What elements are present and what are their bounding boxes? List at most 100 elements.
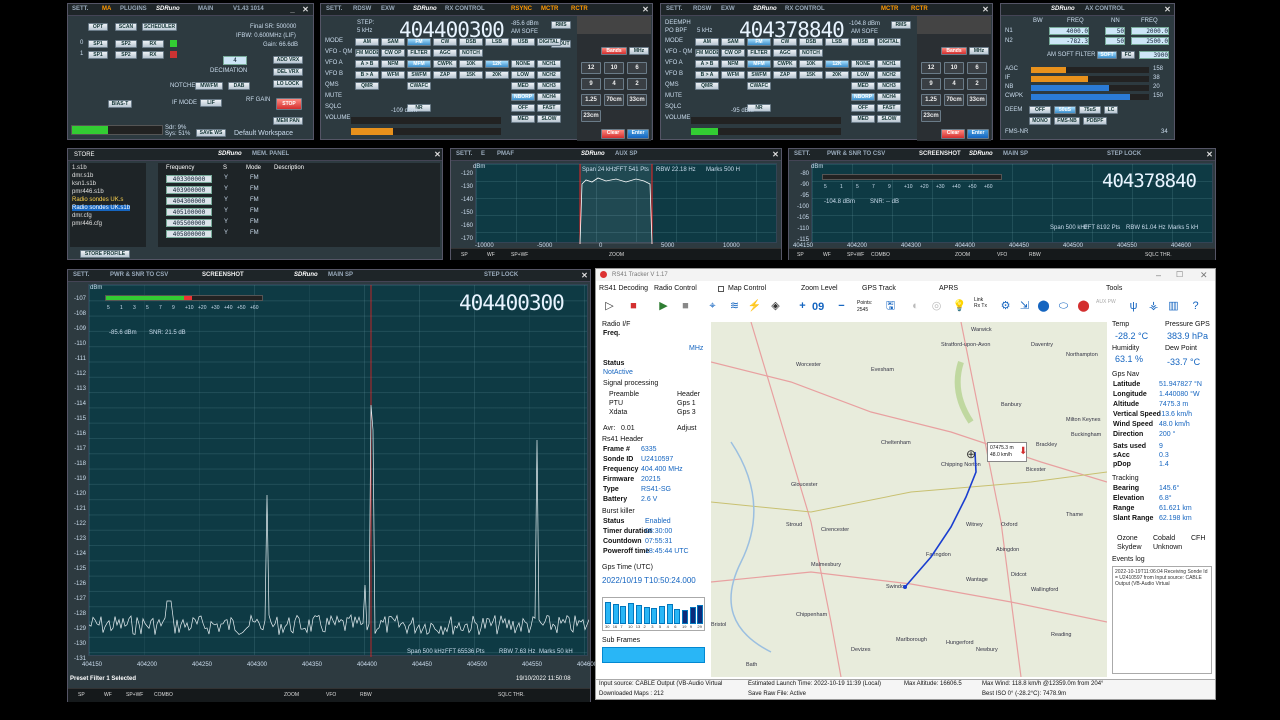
mem-store[interactable]: STORE [74,152,95,158]
layers-icon[interactable]: ◈ [768,299,783,314]
mem-row-frequency[interactable]: 405100000 [166,208,212,216]
key-4[interactable]: 4 [944,78,964,90]
rx2-btn-lsb[interactable]: LSB [825,38,849,46]
rx1-rdsw[interactable]: RDSW [353,6,371,12]
save-icon[interactable]: 🖫 [883,299,898,314]
run-icon[interactable]: ▶ [656,299,671,314]
plugins-button[interactable]: PLUGINS [120,6,147,12]
rx1-sqlc-slider[interactable] [351,117,501,124]
opt-button[interactable]: OPT [88,23,108,31]
key-23cm[interactable]: 23cm [581,110,601,122]
rx2-btn-notch[interactable]: NOTCH [799,49,823,57]
bigsp-rbw-btn[interactable]: RBW [360,692,372,698]
ax-v3[interactable]: 50 [1105,27,1125,35]
gps-off-icon[interactable]: ◐ [908,299,923,314]
ax-fc-button[interactable]: FC [1121,51,1135,59]
add-vrx-button[interactable]: ADD VRX [273,56,303,64]
menu-aprs[interactable]: APRS [939,285,958,292]
mainsp-step-lock[interactable]: STEP LOCK [1107,151,1141,157]
rx1-btn-20k[interactable]: 20K [485,71,509,79]
ax-soft-button[interactable]: SOFT [1097,51,1117,59]
rs41-close-icon[interactable]: ✕ [1200,270,1208,281]
key-1.25[interactable]: 1.25 [921,94,941,106]
rx2-btn-cw[interactable]: CW [773,38,797,46]
chart-icon[interactable]: ▥ [1166,299,1181,314]
mem-row-frequency[interactable]: 403300000 [166,175,212,183]
rx2-rctr-button[interactable]: RCTR [911,6,928,12]
key-6[interactable]: 6 [627,62,647,74]
rx1-btn-mfm[interactable]: MFM [407,60,431,68]
scan-button[interactable]: SCAN [115,23,137,31]
ax-slider[interactable] [1031,94,1149,100]
rx1-btn-med[interactable]: MED [511,82,535,90]
rx2-btn-slow[interactable]: SLOW [877,115,901,123]
ax-off-button[interactable]: OFF [1029,106,1051,114]
file-item[interactable]: ksn1.s1b [72,181,96,187]
rx1-btn-fm[interactable]: FM [407,38,431,46]
aux-spectrum[interactable]: Span 24 kHz FFT 541 Pts RBW 22.18 Hz Mar… [475,163,777,244]
rx2-btn-fmmode[interactable]: FM MODE [695,49,719,57]
ax-v6[interactable]: 2500.0 [1131,37,1169,45]
rx2-btn-cwafc[interactable]: CWAFC [747,82,771,90]
rx1-btn-usb[interactable]: USB [511,38,535,46]
aux-close-icon[interactable]: ✕ [771,150,780,159]
rx1-btn-nborp[interactable]: NBORP [511,93,535,101]
rx1-btn-none[interactable]: NONE [511,60,535,68]
mainsp-frequency[interactable]: 404378840 [1102,170,1197,192]
rx1-volume-slider[interactable] [351,128,501,135]
ma-button[interactable]: MA [102,6,111,12]
bigsp-sp-btn[interactable]: SP [78,692,85,698]
key-70cm[interactable]: 70cm [604,94,624,106]
mainsp-close-icon[interactable]: ✕ [1205,150,1214,159]
aux-sett[interactable]: SETT. [456,151,472,157]
ax-v5[interactable]: 2000.0 [1131,27,1169,35]
rx-button-b[interactable]: RX [142,51,164,59]
adjust-checkbox[interactable]: Adjust [677,425,696,432]
rx2-btn-med[interactable]: MED [851,115,875,123]
rx2-btn-none[interactable]: NONE [851,60,875,68]
play-icon[interactable]: ▷ [602,299,617,314]
key-12[interactable]: 12 [921,62,941,74]
wifi-icon[interactable]: ≋ [727,299,742,314]
rx2-btn-wfm[interactable]: WFM [721,71,745,79]
stop-icon[interactable]: ■ [678,299,693,314]
key-4[interactable]: 4 [604,78,624,90]
minimize-icon[interactable]: _ [288,5,297,14]
rx1-btn-wfm[interactable]: WFM [381,71,405,79]
ax-v1[interactable]: 4000.0 [1049,27,1089,35]
scheduler-button[interactable]: SCHEDULER [142,23,177,31]
rx2-btn-nfm[interactable]: NFM [721,60,745,68]
menu-radio-control[interactable]: Radio Control [654,285,697,292]
bigsp-frequency[interactable]: 404400300 [459,291,565,315]
rx1-btn-slow[interactable]: SLOW [537,115,561,123]
aprs-icon[interactable]: ◎ [929,299,944,314]
rx1-btn-zap[interactable]: ZAP [433,71,457,79]
rx1-btn-sam[interactable]: SAM [381,38,405,46]
aux-sp-btn[interactable]: SP [461,252,468,258]
rx1-enter-button[interactable]: Enter [627,129,649,139]
zoom-in-icon[interactable]: + [795,299,810,314]
lif-button[interactable]: LIF [200,99,222,107]
rx2-btn-mfm[interactable]: MFM [747,60,771,68]
bigsp-sqlc-btn[interactable]: SQLC THR. [498,692,525,698]
file-item[interactable]: dmr.cfg [72,213,92,219]
ax-v7[interactable]: 3900 [1139,51,1169,59]
file-item[interactable]: Radio sondes UK.s [72,197,123,203]
rx2-rms-button[interactable]: RMS [891,21,911,29]
ax-fmsnb-button[interactable]: FMS-NB [1054,117,1080,125]
rx2-btn-nch2[interactable]: NCH2 [877,71,901,79]
key-70cm[interactable]: 70cm [944,94,964,106]
sp1-button-a[interactable]: SP1 [88,40,108,48]
rx2-btn-nborp[interactable]: NBORP [851,93,875,101]
balloon-icon[interactable]: ⬤ [1076,299,1091,314]
menu-zoom-level[interactable]: Zoom Level [801,285,838,292]
rx1-btn-off[interactable]: OFF [511,104,535,112]
rx1-btn-nfm[interactable]: NFM [381,60,405,68]
dab-button[interactable]: DAB [228,82,250,90]
sp2-button-b[interactable]: SP2 [115,51,137,59]
rx2-sett[interactable]: SETT. [666,6,682,12]
rx2-btn-nch3[interactable]: NCH3 [877,82,901,90]
rx1-exw[interactable]: EXW [381,6,395,12]
mainsp-combo-btn[interactable]: COMBO [871,252,890,258]
menu-tools[interactable]: Tools [1106,285,1122,292]
